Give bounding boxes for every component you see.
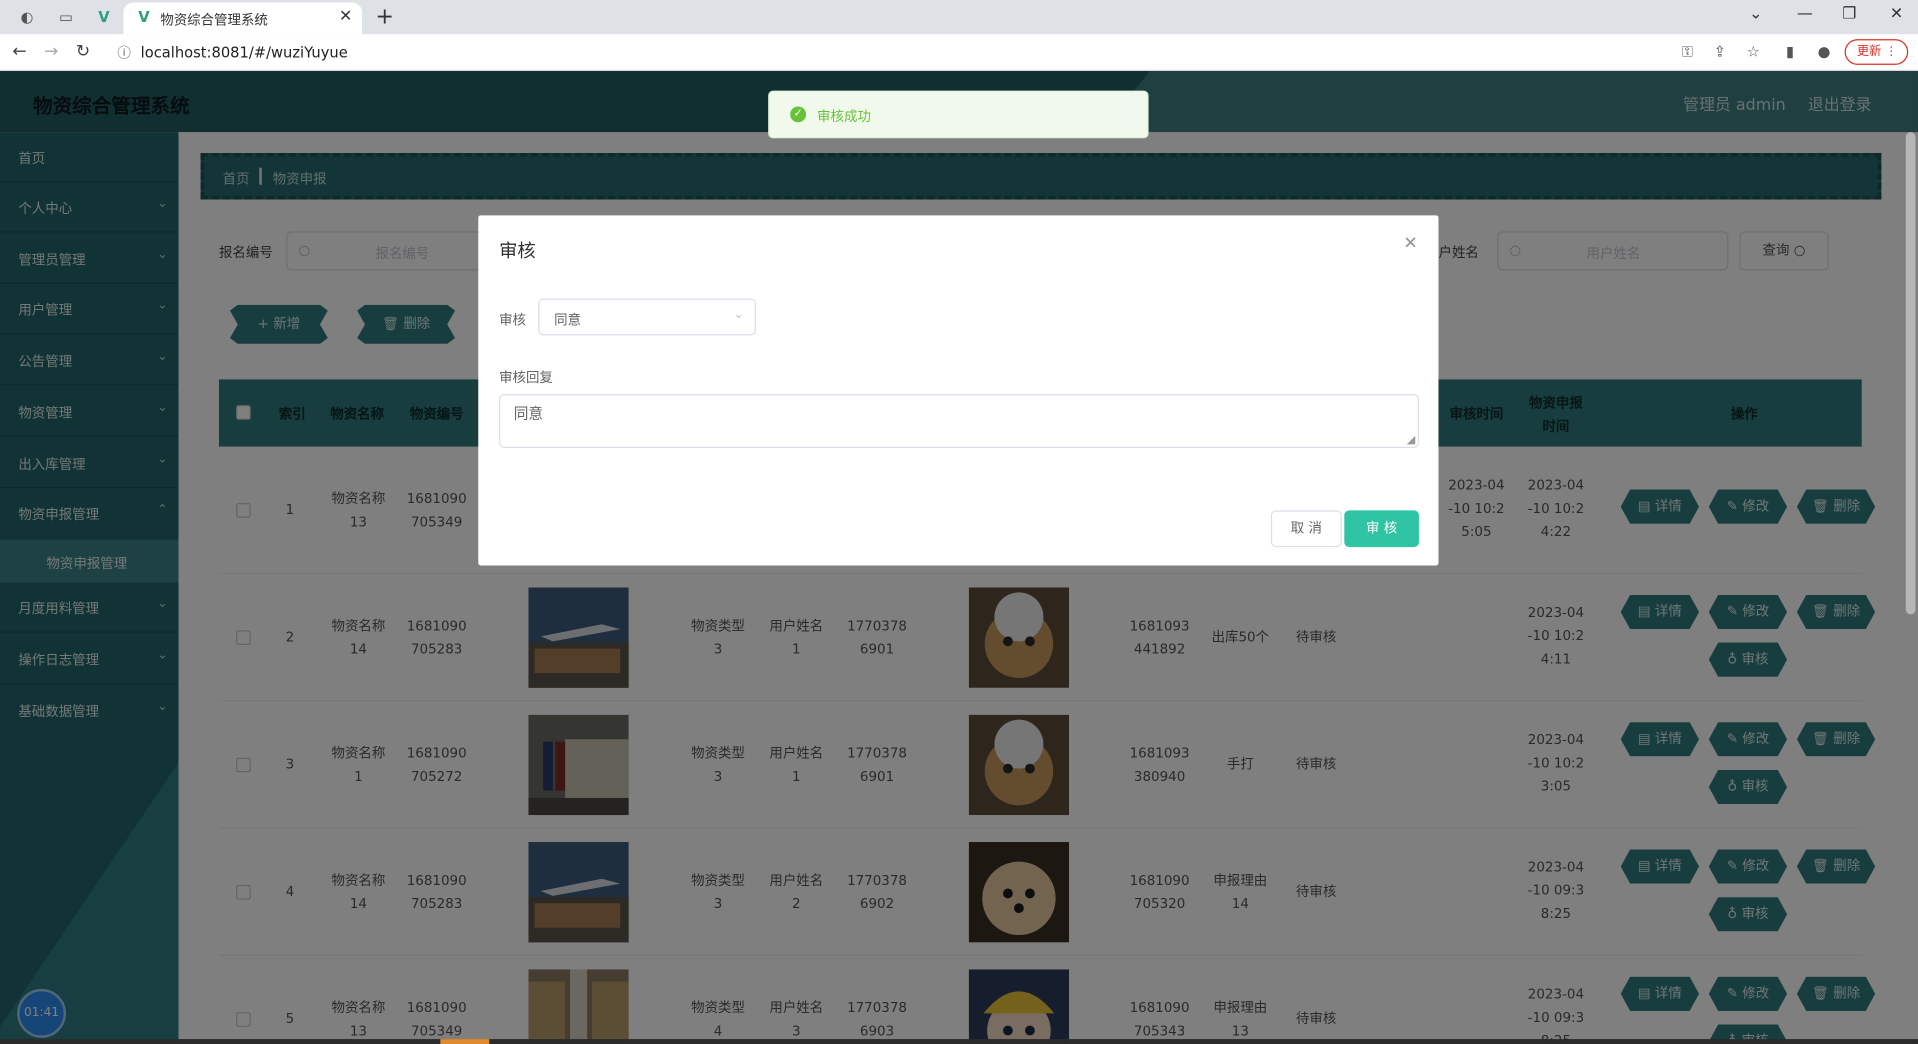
- audit-reply-label: 审核回复: [499, 369, 553, 386]
- url-text: localhost:8081/#/wuziYuyue: [140, 44, 348, 62]
- bookmark-star-icon[interactable]: ☆: [1747, 43, 1760, 60]
- audit-reply-value: 同意: [513, 405, 544, 423]
- close-window-icon[interactable]: ✕: [1890, 5, 1903, 23]
- audit-dialog: 审核 ✕ 审核 同意 ⌄ 审核回复 同意 ◢ 取 消 审 核: [478, 215, 1439, 566]
- toast-message: 审核成功: [817, 108, 871, 125]
- tab-search-chevron-icon[interactable]: ⌄: [1749, 5, 1762, 23]
- cancel-button[interactable]: 取 消: [1270, 510, 1342, 548]
- tab-thumbnail-icon[interactable]: ▭: [56, 7, 76, 27]
- update-label: 更新: [1856, 45, 1882, 59]
- new-tab-icon[interactable]: +: [376, 4, 394, 30]
- audit-field-label: 审核: [499, 312, 526, 329]
- taskbar-indicator: [440, 1039, 490, 1044]
- tab-title: 物资综合管理系统: [160, 12, 268, 29]
- close-tab-icon[interactable]: ✕: [339, 7, 352, 25]
- forward-icon[interactable]: →: [44, 42, 58, 62]
- browser-tab-active[interactable]: V 物资综合管理系统 ✕: [123, 2, 363, 35]
- chevron-down-icon: ⌄: [733, 308, 744, 322]
- sidepanel-icon[interactable]: ▮: [1786, 43, 1794, 60]
- audit-select[interactable]: 同意 ⌄: [538, 298, 756, 336]
- scrollbar-thumb[interactable]: [1905, 132, 1916, 615]
- back-icon[interactable]: ←: [12, 42, 26, 62]
- audit-select-value: 同意: [554, 312, 582, 329]
- minimize-icon[interactable]: —: [1797, 5, 1813, 23]
- site-info-icon[interactable]: ⓘ: [117, 43, 130, 63]
- taskbar-strip: [0, 1039, 1918, 1044]
- page-scrollbar[interactable]: [1903, 132, 1918, 1044]
- update-button[interactable]: 更新 ⋮: [1844, 39, 1909, 65]
- browser-address-bar: ← → ↻ ⓘ localhost:8081/#/wuziYuyue ⚿ ⇪ ☆…: [0, 34, 1918, 71]
- audit-reply-textarea[interactable]: 同意 ◢: [499, 394, 1419, 448]
- browser-tab-bar: ◐ ▭ V V 物资综合管理系统 ✕ + ⌄ — ❐ ✕: [0, 0, 1918, 35]
- submit-audit-button[interactable]: 审 核: [1344, 510, 1419, 548]
- dialog-title: 审核: [499, 239, 536, 262]
- reload-icon[interactable]: ↻: [76, 42, 90, 62]
- url-field[interactable]: ⓘ localhost:8081/#/wuziYuyue: [107, 37, 1662, 68]
- success-toast: ✓ 审核成功: [768, 90, 1149, 139]
- vue-favicon-icon: V: [138, 8, 150, 26]
- restore-icon[interactable]: ❐: [1842, 5, 1856, 23]
- resize-handle-icon[interactable]: ◢: [1407, 434, 1415, 446]
- check-circle-icon: ✓: [790, 106, 807, 123]
- browser-menu-icon[interactable]: ◐: [17, 7, 37, 27]
- profile-icon[interactable]: ●: [1818, 43, 1831, 60]
- vue-logo-icon[interactable]: V: [94, 7, 114, 27]
- close-icon[interactable]: ✕: [1403, 234, 1417, 254]
- app-root: ◐ ▭ V V 物资综合管理系统 ✕ + ⌄ — ❐ ✕ ← → ↻ ⓘ loc…: [0, 0, 1918, 1044]
- key-icon[interactable]: ⚿: [1682, 43, 1693, 61]
- share-icon[interactable]: ⇪: [1714, 43, 1726, 60]
